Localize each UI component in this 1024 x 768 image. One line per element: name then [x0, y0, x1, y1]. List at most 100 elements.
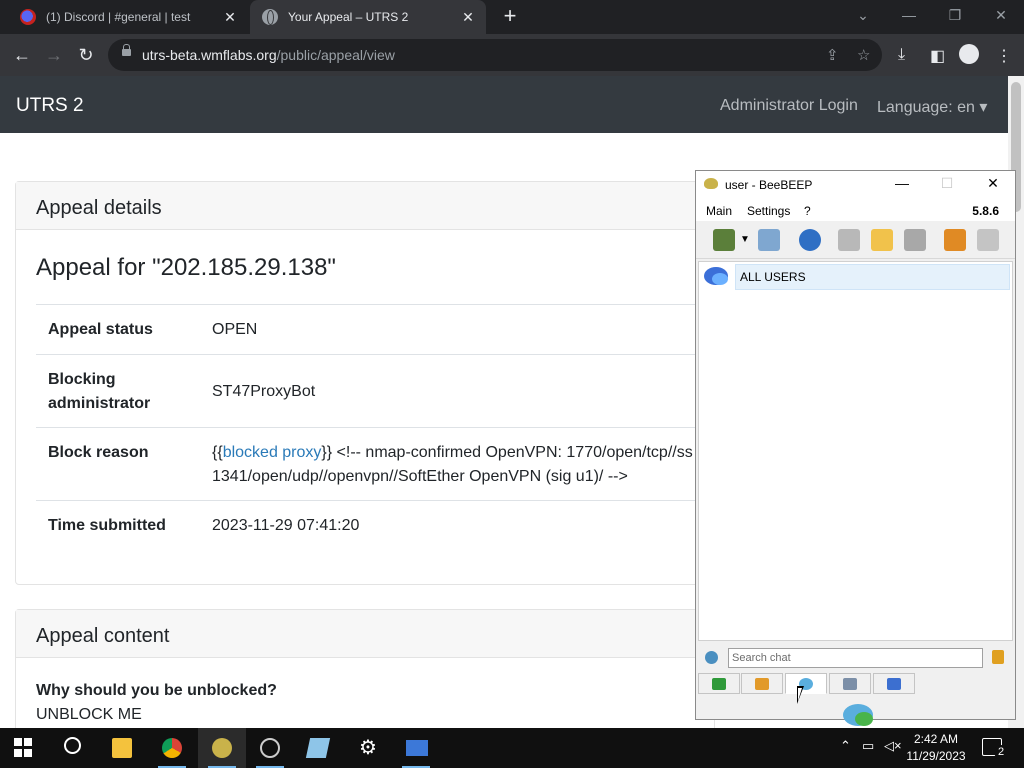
menu-kebab-icon[interactable]: ⋮ [996, 46, 1012, 66]
new-tab-button[interactable]: + [498, 4, 522, 28]
appeal-details-card: Appeal details Appeal for "202.185.29.13… [15, 181, 716, 585]
network-icon[interactable] [799, 229, 821, 251]
show-hidden-icons-chevron-icon[interactable]: ⌃ [840, 738, 851, 754]
card-header: Appeal details [16, 182, 714, 230]
tab-users[interactable] [698, 673, 740, 694]
appeal-content-card: Appeal content Why should you be unblock… [15, 609, 715, 739]
taskbar-app-notes[interactable] [294, 728, 342, 768]
version-label: 5.8.6 [972, 204, 999, 218]
admin-login-link[interactable]: Administrator Login [720, 97, 858, 115]
network-icon[interactable]: ▭ [862, 738, 874, 754]
menu-help[interactable]: ? [804, 204, 811, 218]
browser-toolbar: ← → ↻ utrs-beta.wmflabs.org/public/appea… [0, 34, 1024, 76]
share-folder-icon[interactable] [944, 229, 966, 251]
reload-icon[interactable]: ↻ [73, 42, 99, 68]
taskbar-search-button[interactable] [48, 728, 96, 768]
tab-close-icon[interactable]: ✕ [458, 9, 478, 26]
clear-broom-icon[interactable] [992, 650, 1004, 664]
share-icon[interactable]: ⇪ [826, 46, 839, 64]
user-status-icon[interactable] [713, 229, 735, 251]
windows-logo-icon [14, 738, 34, 758]
status-value: OPEN [212, 321, 258, 338]
language-dropdown[interactable]: Language: en ▾ [877, 97, 987, 117]
blocked-proxy-link[interactable]: blocked proxy [223, 444, 322, 461]
tab-log[interactable] [873, 673, 915, 694]
block-reason-label: Block reason [48, 444, 149, 461]
forward-arrow-icon[interactable]: → [41, 42, 67, 68]
chat-bubbles-large-icon [843, 704, 873, 726]
folder-icon [112, 738, 132, 758]
appeal-answer: UNBLOCK ME [36, 706, 142, 723]
notes-icon [305, 738, 331, 758]
minimize-icon[interactable]: — [888, 175, 916, 191]
chrome-icon [162, 738, 182, 758]
discord-favicon-icon [20, 9, 36, 25]
time-submitted-value: 2023-11-29 07:41:20 [212, 517, 360, 534]
close-icon[interactable]: ✕ [979, 175, 1007, 192]
tab-title: Your Appeal – UTRS 2 [288, 10, 409, 24]
start-button[interactable] [0, 728, 48, 768]
browser-tab-strip: (1) Discord | #general | test ✕ Your App… [0, 0, 1024, 34]
taskbar-remote-desktop[interactable] [392, 728, 440, 768]
gauge-icon [260, 738, 280, 758]
maximize-icon[interactable]: ☐ [933, 175, 961, 192]
edit-profile-icon[interactable] [758, 229, 780, 251]
tab-close-icon[interactable]: ✕ [220, 9, 240, 26]
monitor-icon [406, 740, 428, 756]
chat-item-all-users[interactable]: ALL USERS [735, 264, 1010, 290]
taskbar-chrome[interactable] [148, 728, 196, 768]
dropdown-arrow-icon[interactable]: ▼ [740, 234, 750, 245]
table-row: Block reason {{blocked proxy}} <!-- nmap… [36, 427, 716, 501]
address-bar[interactable]: utrs-beta.wmflabs.org/public/appeal/view… [108, 39, 882, 71]
trash-icon[interactable] [977, 229, 999, 251]
beebeep-menubar: Main Settings ? 5.8.6 [696, 199, 1015, 221]
taskbar-app-gauge[interactable] [246, 728, 294, 768]
pencil-icon[interactable] [871, 229, 893, 251]
tab-search-chevron-icon[interactable]: ⌄ [840, 0, 886, 34]
beebeep-titlebar[interactable]: user - BeeBEEP — ☐ ✕ [696, 171, 1015, 199]
chat-list: ALL USERS [698, 261, 1013, 726]
card-header: Appeal content [16, 610, 714, 658]
tab-discord[interactable]: (1) Discord | #general | test ✕ [8, 0, 248, 34]
taskbar-beebeep[interactable] [198, 728, 246, 768]
download-icon[interactable]: ⤓ [898, 46, 905, 64]
url-text[interactable]: utrs-beta.wmflabs.org/public/appeal/view [142, 47, 395, 63]
tab-shared[interactable] [829, 673, 871, 694]
appeal-question: Why should you be unblocked? [36, 682, 277, 699]
menu-main[interactable]: Main [706, 204, 732, 218]
table-row: Appeal status OPEN [36, 304, 716, 355]
bee-icon [212, 738, 232, 758]
window-close-icon[interactable]: ✕ [978, 0, 1024, 34]
side-panel-icon[interactable]: ◧ [930, 46, 945, 66]
block-reason-line-1: {{blocked proxy}} <!-- nmap-confirmed Op… [212, 444, 693, 461]
tools-icon[interactable] [904, 229, 926, 251]
search-chat-input[interactable]: Search chat [728, 648, 983, 668]
system-clock[interactable]: 2:42 AM 11/29/2023 [906, 731, 966, 765]
tab-chats[interactable] [785, 673, 827, 694]
taskbar-file-explorer[interactable] [98, 728, 146, 768]
tab-groups[interactable] [741, 673, 783, 694]
notification-count-badge: 2 [994, 745, 1008, 759]
log-icon [887, 678, 901, 690]
beebeep-title: user - BeeBEEP [725, 178, 813, 192]
volume-muted-icon[interactable]: ◁× [884, 738, 902, 754]
profile-avatar-icon[interactable] [959, 44, 979, 64]
taskbar-settings[interactable]: ⚙ [344, 728, 392, 768]
search-row: Search chat [696, 645, 1015, 671]
bookmark-star-icon[interactable]: ☆ [857, 46, 870, 64]
search-icon [64, 737, 81, 754]
table-row: Time submitted 2023-11-29 07:41:20 [36, 500, 716, 551]
back-arrow-icon[interactable]: ← [9, 42, 35, 68]
message-icon[interactable] [838, 229, 860, 251]
restore-icon[interactable]: ❐ [932, 0, 978, 34]
minimize-icon[interactable]: — [886, 0, 932, 34]
menu-settings[interactable]: Settings [747, 204, 790, 218]
beebeep-tab-bar [698, 673, 916, 695]
beebeep-window: user - BeeBEEP — ☐ ✕ Main Settings ? 5.8… [695, 170, 1016, 726]
windows-taskbar: ⚙ ⌃ ▭ ◁× 2:42 AM 11/29/2023 2 [0, 728, 1024, 768]
settings-gear-icon[interactable] [705, 651, 718, 664]
table-row: Blocking administrator ST47ProxyBot [36, 354, 716, 428]
tab-your-appeal[interactable]: Your Appeal – UTRS 2 ✕ [250, 0, 486, 34]
mouse-pointer-icon [797, 686, 804, 704]
site-brand[interactable]: UTRS 2 [16, 95, 84, 117]
